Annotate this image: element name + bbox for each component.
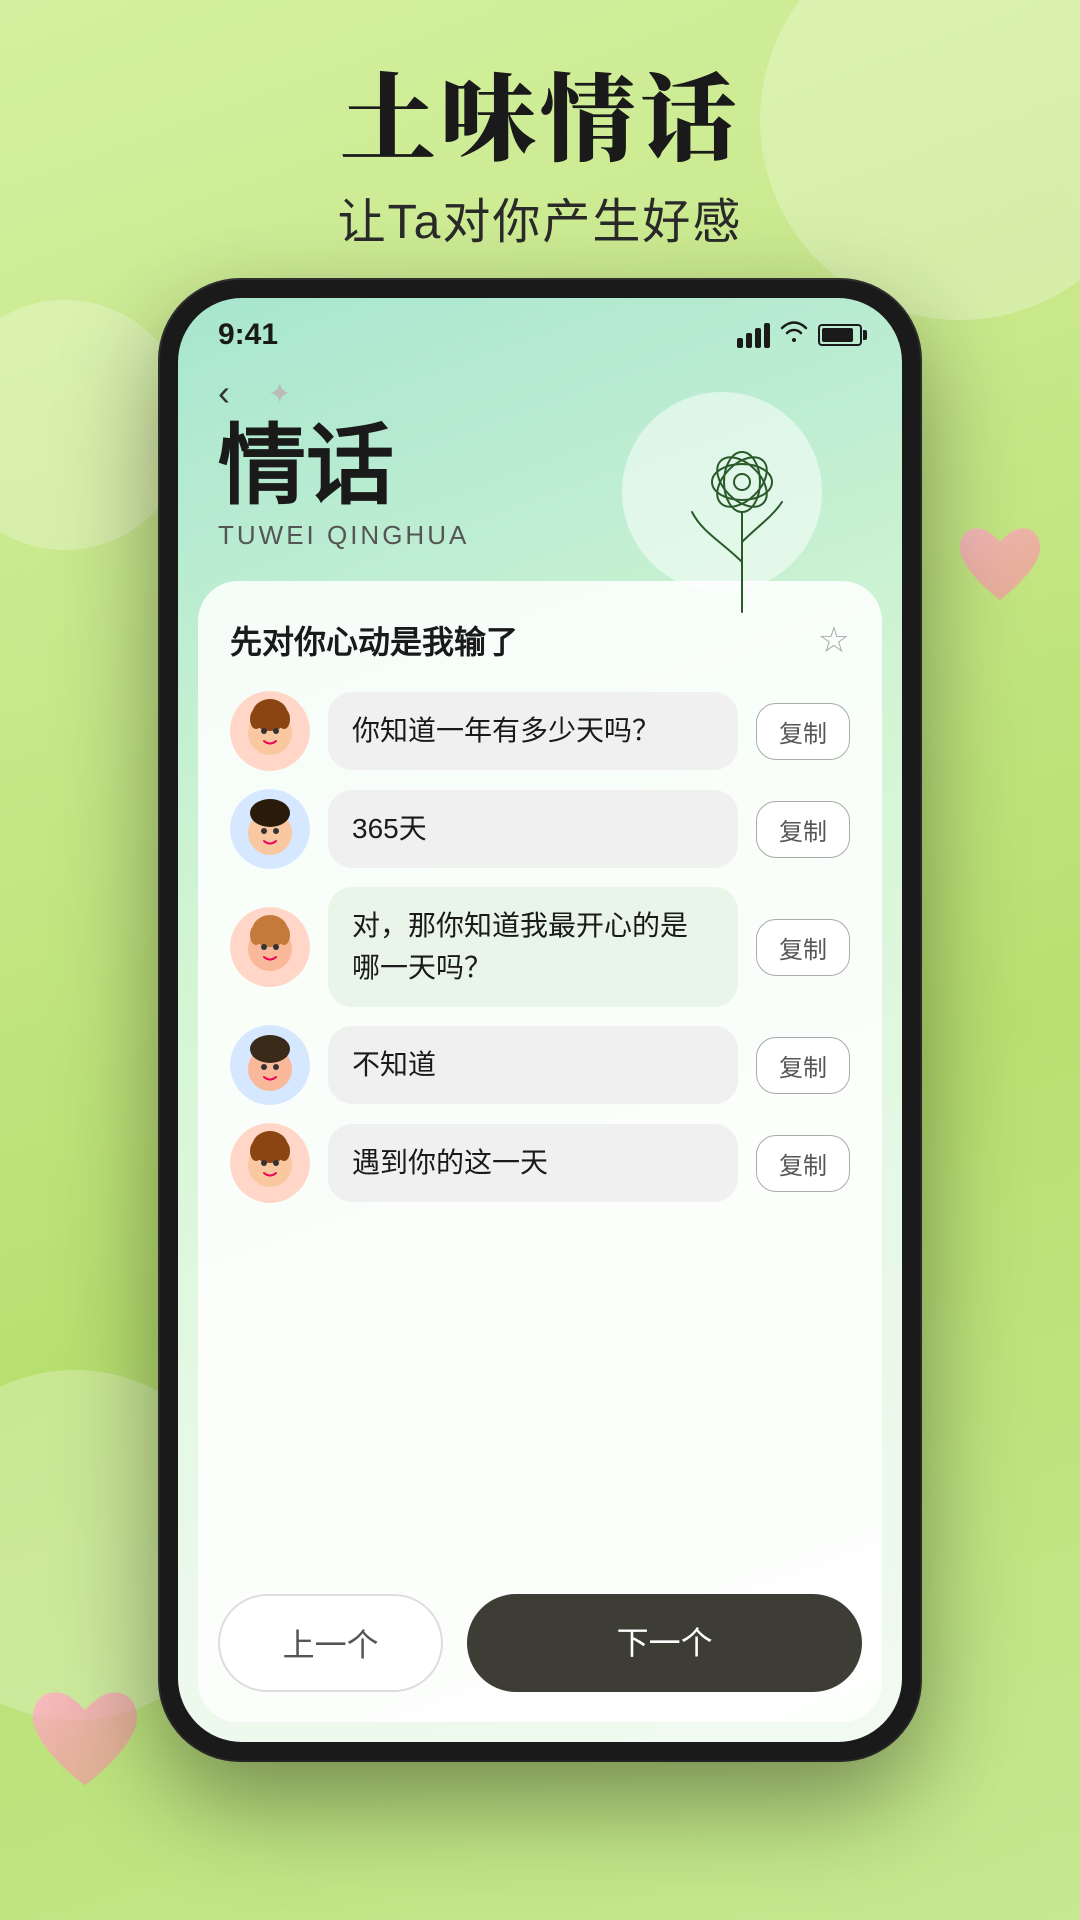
chat-item: 365天复制 bbox=[230, 789, 850, 869]
avatar bbox=[230, 691, 310, 771]
copy-button[interactable]: 复制 bbox=[756, 919, 850, 976]
chat-bubble: 365天 bbox=[328, 790, 738, 868]
chat-bubble: 遇到你的这一天 bbox=[328, 1124, 738, 1202]
chat-item: 遇到你的这一天复制 bbox=[230, 1123, 850, 1203]
chat-item: 你知道一年有多少天吗？ 复制 bbox=[230, 691, 850, 771]
status-icons bbox=[737, 321, 862, 350]
avatar bbox=[230, 1025, 310, 1105]
avatar bbox=[230, 907, 310, 987]
prev-button[interactable]: 上一个 bbox=[218, 1594, 443, 1692]
card-title: 先对你心动是我输了 bbox=[230, 617, 518, 663]
heart-decoration-right bbox=[950, 520, 1050, 610]
sparkle-icon: ✦ bbox=[268, 377, 291, 410]
chat-bubble: 对，那你知道我最开心的是哪一天吗？ bbox=[328, 887, 738, 1007]
phone-frame: 9:41 bbox=[160, 280, 920, 1760]
chat-bubble: 你知道一年有多少天吗？ bbox=[328, 692, 738, 770]
wifi-icon bbox=[780, 321, 808, 350]
status-time: 9:41 bbox=[218, 318, 278, 352]
battery-icon bbox=[818, 324, 862, 346]
phone-screen: 9:41 bbox=[178, 298, 902, 1742]
chat-item: 对，那你知道我最开心的是哪一天吗？ 复制 bbox=[230, 887, 850, 1007]
main-card: 先对你心动是我输了 ☆ 你知道一年有多少天吗？复制 bbox=[198, 581, 882, 1722]
copy-button[interactable]: 复制 bbox=[756, 1135, 850, 1192]
chat-bubble: 不知道 bbox=[328, 1026, 738, 1104]
next-button[interactable]: 下一个 bbox=[467, 1594, 862, 1692]
signal-icon bbox=[737, 323, 770, 348]
copy-button[interactable]: 复制 bbox=[756, 703, 850, 760]
avatar bbox=[230, 1123, 310, 1203]
copy-button[interactable]: 复制 bbox=[756, 801, 850, 858]
phone-container: 9:41 bbox=[160, 280, 920, 1760]
status-bar: 9:41 bbox=[178, 298, 902, 362]
app-header: ‹ ✦ 情话 TUWEI QINGHUA bbox=[178, 362, 902, 581]
back-button[interactable]: ‹ bbox=[218, 372, 230, 414]
avatar bbox=[230, 789, 310, 869]
subtitle: 让Ta对你产生好感 bbox=[0, 182, 1080, 252]
flower-icon bbox=[642, 412, 842, 632]
top-section: 土味情话 让Ta对你产生好感 bbox=[0, 60, 1080, 252]
chat-item: 不知道复制 bbox=[230, 1025, 850, 1105]
chat-list: 你知道一年有多少天吗？复制 365天复制 对，那你知道我最开心的是哪一天吗？复制 bbox=[230, 691, 850, 1203]
bottom-navigation: 上一个 下一个 bbox=[178, 1574, 902, 1742]
copy-button[interactable]: 复制 bbox=[756, 1037, 850, 1094]
heart-decoration-left bbox=[20, 1680, 150, 1800]
main-title: 土味情话 bbox=[0, 60, 1080, 166]
